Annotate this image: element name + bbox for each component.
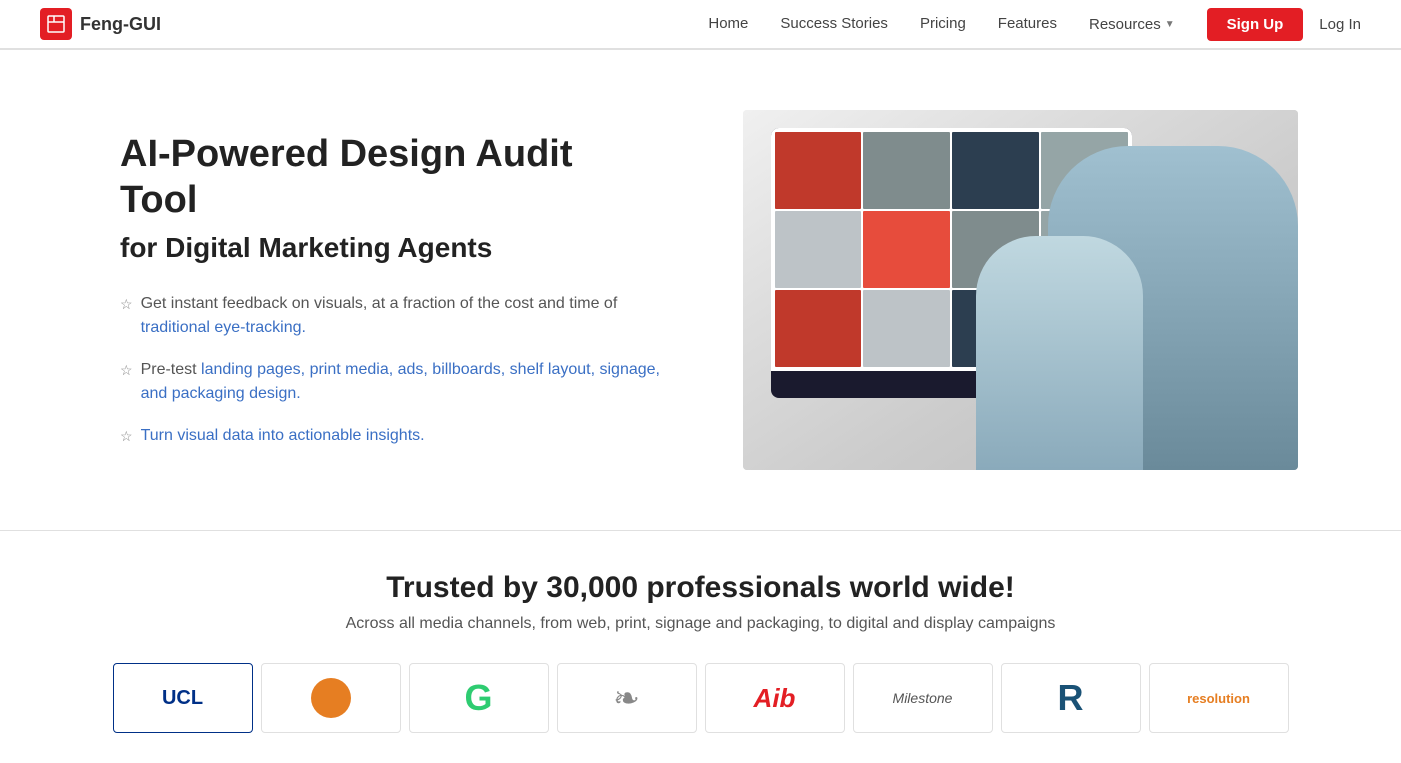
- orange-circle-icon: [311, 678, 351, 718]
- feature-text-3: Turn visual data into actionable insight…: [141, 424, 425, 448]
- trust-subheading: Across all media channels, from web, pri…: [60, 615, 1341, 633]
- chevron-down-icon: ▼: [1165, 19, 1175, 30]
- screen-cell: [775, 132, 862, 209]
- nav-home[interactable]: Home: [708, 15, 748, 32]
- logo-ornate: ❧: [557, 663, 697, 733]
- logo-icon: [40, 8, 72, 40]
- navbar: Feng-GUI Home Success Stories Pricing Fe…: [0, 0, 1401, 50]
- screen-cell: [863, 290, 950, 367]
- logo-link[interactable]: Feng-GUI: [40, 8, 161, 40]
- nav-links: Home Success Stories Pricing Features Re…: [708, 15, 1174, 33]
- nav-actions: Sign Up Log In: [1207, 8, 1361, 41]
- screen-cell: [775, 211, 862, 288]
- star-icon-2: ☆: [120, 360, 133, 381]
- client-logos-row: UCL G ❧ Aib Milestone R resolution: [60, 663, 1341, 733]
- hero-heading1: AI-Powered Design Audit Tool: [120, 132, 660, 223]
- logo-milestone: Milestone: [853, 663, 993, 733]
- feature-text-2: Pre-test landing pages, print media, ads…: [141, 358, 660, 406]
- nav-pricing[interactable]: Pricing: [920, 15, 966, 32]
- nav-features[interactable]: Features: [998, 15, 1057, 32]
- logo-green-g: G: [409, 663, 549, 733]
- screen-cell: [775, 290, 862, 367]
- trust-section: Trusted by 30,000 professionals world wi…: [0, 531, 1401, 763]
- hero-image: [743, 110, 1298, 470]
- logo-orange: [261, 663, 401, 733]
- feature-item-1: ☆ Get instant feedback on visuals, at a …: [120, 292, 660, 340]
- nav-success-stories[interactable]: Success Stories: [780, 15, 888, 32]
- hero-heading2: for Digital Marketing Agents: [120, 232, 660, 264]
- hero-section: AI-Powered Design Audit Tool for Digital…: [0, 50, 1401, 530]
- hero-img-inner: [743, 110, 1298, 470]
- star-icon-3: ☆: [120, 426, 133, 447]
- logo-ucl: UCL: [113, 663, 253, 733]
- feature-item-2: ☆ Pre-test landing pages, print media, a…: [120, 358, 660, 406]
- hero-text: AI-Powered Design Audit Tool for Digital…: [120, 132, 660, 447]
- screen-cell: [863, 132, 950, 209]
- hero-image-area: [720, 110, 1321, 470]
- feature-text-1: Get instant feedback on visuals, at a fr…: [141, 292, 660, 340]
- logo-resolution: resolution: [1149, 663, 1289, 733]
- star-icon-1: ☆: [120, 294, 133, 315]
- trust-heading: Trusted by 30,000 professionals world wi…: [60, 571, 1341, 605]
- person-left-silhouette: [976, 236, 1143, 470]
- signup-button[interactable]: Sign Up: [1207, 8, 1304, 41]
- brand-name: Feng-GUI: [80, 14, 161, 35]
- nav-resources[interactable]: Resources ▼: [1089, 16, 1175, 33]
- feature-item-3: ☆ Turn visual data into actionable insig…: [120, 424, 660, 448]
- logo-blue-r: R: [1001, 663, 1141, 733]
- screen-cell: [952, 132, 1039, 209]
- feature-list: ☆ Get instant feedback on visuals, at a …: [120, 292, 660, 448]
- screen-cell: [863, 211, 950, 288]
- login-button[interactable]: Log In: [1319, 16, 1361, 33]
- logo-aib: Aib: [705, 663, 845, 733]
